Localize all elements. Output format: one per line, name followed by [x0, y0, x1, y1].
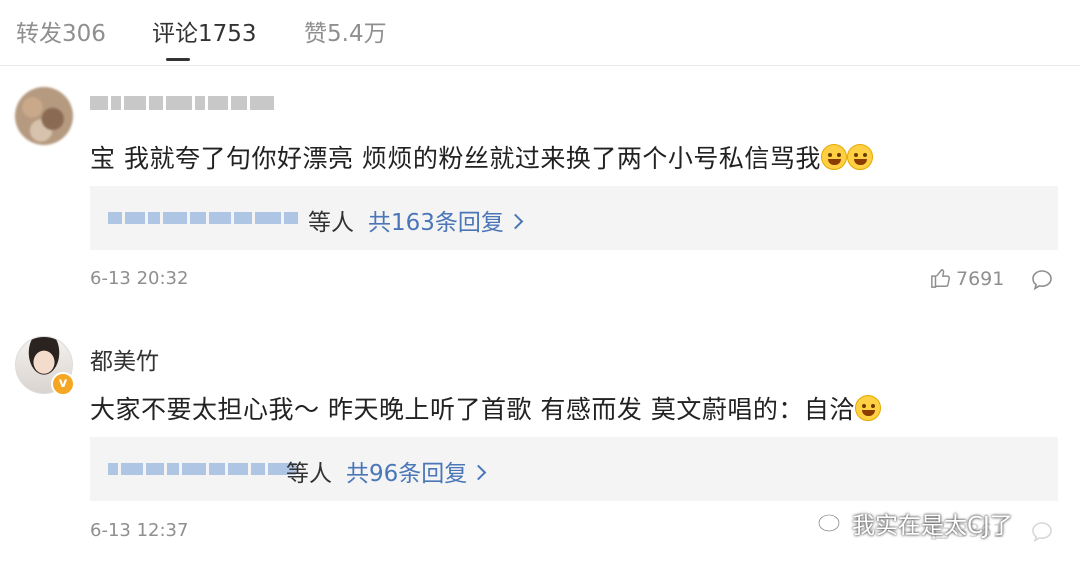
chevron-right-icon	[471, 464, 487, 481]
comment-body: 宝 我就夸了句你好漂亮 烦烦的粉丝就过来换了两个小号私信骂我	[90, 144, 821, 173]
reply-users-blurred	[108, 460, 299, 478]
reply-users-suffix: 等人	[286, 461, 332, 487]
watermark: 我实在是太CJ了	[818, 506, 1013, 540]
reply-users-suffix: 等人	[308, 210, 354, 236]
like-count: 7691	[956, 268, 1005, 290]
tab-reposts[interactable]: 转发306	[16, 14, 106, 48]
like-button[interactable]: 7691	[930, 267, 1004, 290]
chevron-right-icon	[507, 213, 524, 230]
reply-count-label: 共96条回复	[346, 461, 468, 487]
wechat-icon	[818, 514, 847, 536]
thumbs-up-icon	[931, 269, 951, 288]
reply-count-label: 共163条回复	[368, 210, 504, 236]
laugh-cry-emoji	[846, 144, 873, 170]
comment-body: 大家不要太担心我～ 昨天晚上听了首歌 有感而发 莫文蔚唱的：自洽	[90, 395, 855, 424]
username-blurred[interactable]	[90, 92, 290, 114]
replies-preview[interactable]: 等人 共96条回复	[90, 437, 1058, 501]
tab-comments[interactable]: 评论1753	[152, 14, 257, 48]
tab-likes[interactable]: 赞5.4万	[304, 14, 387, 48]
comment-time: 6-13 12:37	[90, 520, 189, 541]
speech-bubble-icon[interactable]	[1030, 520, 1054, 544]
view-replies-link[interactable]: 共96条回复	[346, 454, 487, 488]
avatar[interactable]	[15, 87, 73, 145]
comment-text: 大家不要太担心我～ 昨天晚上听了首歌 有感而发 莫文蔚唱的：自洽	[90, 390, 881, 426]
comment-username[interactable]: 都美竹	[90, 342, 159, 376]
view-replies-link[interactable]: 共163条回复	[368, 203, 524, 237]
tab-bar: 转发306 评论1753 赞5.4万	[0, 0, 1080, 66]
smile-emoji	[854, 395, 881, 421]
laugh-cry-emoji	[820, 144, 847, 170]
replies-preview[interactable]: 等人 共163条回复	[90, 186, 1058, 250]
comment-time: 6-13 20:32	[90, 268, 189, 289]
active-tab-indicator	[166, 58, 190, 61]
verified-badge: v	[51, 372, 75, 396]
comment-text: 宝 我就夸了句你好漂亮 烦烦的粉丝就过来换了两个小号私信骂我	[90, 139, 873, 175]
watermark-text: 我实在是太CJ了	[852, 513, 1013, 539]
reply-users-blurred	[108, 209, 301, 227]
speech-bubble-icon[interactable]	[1030, 268, 1054, 292]
